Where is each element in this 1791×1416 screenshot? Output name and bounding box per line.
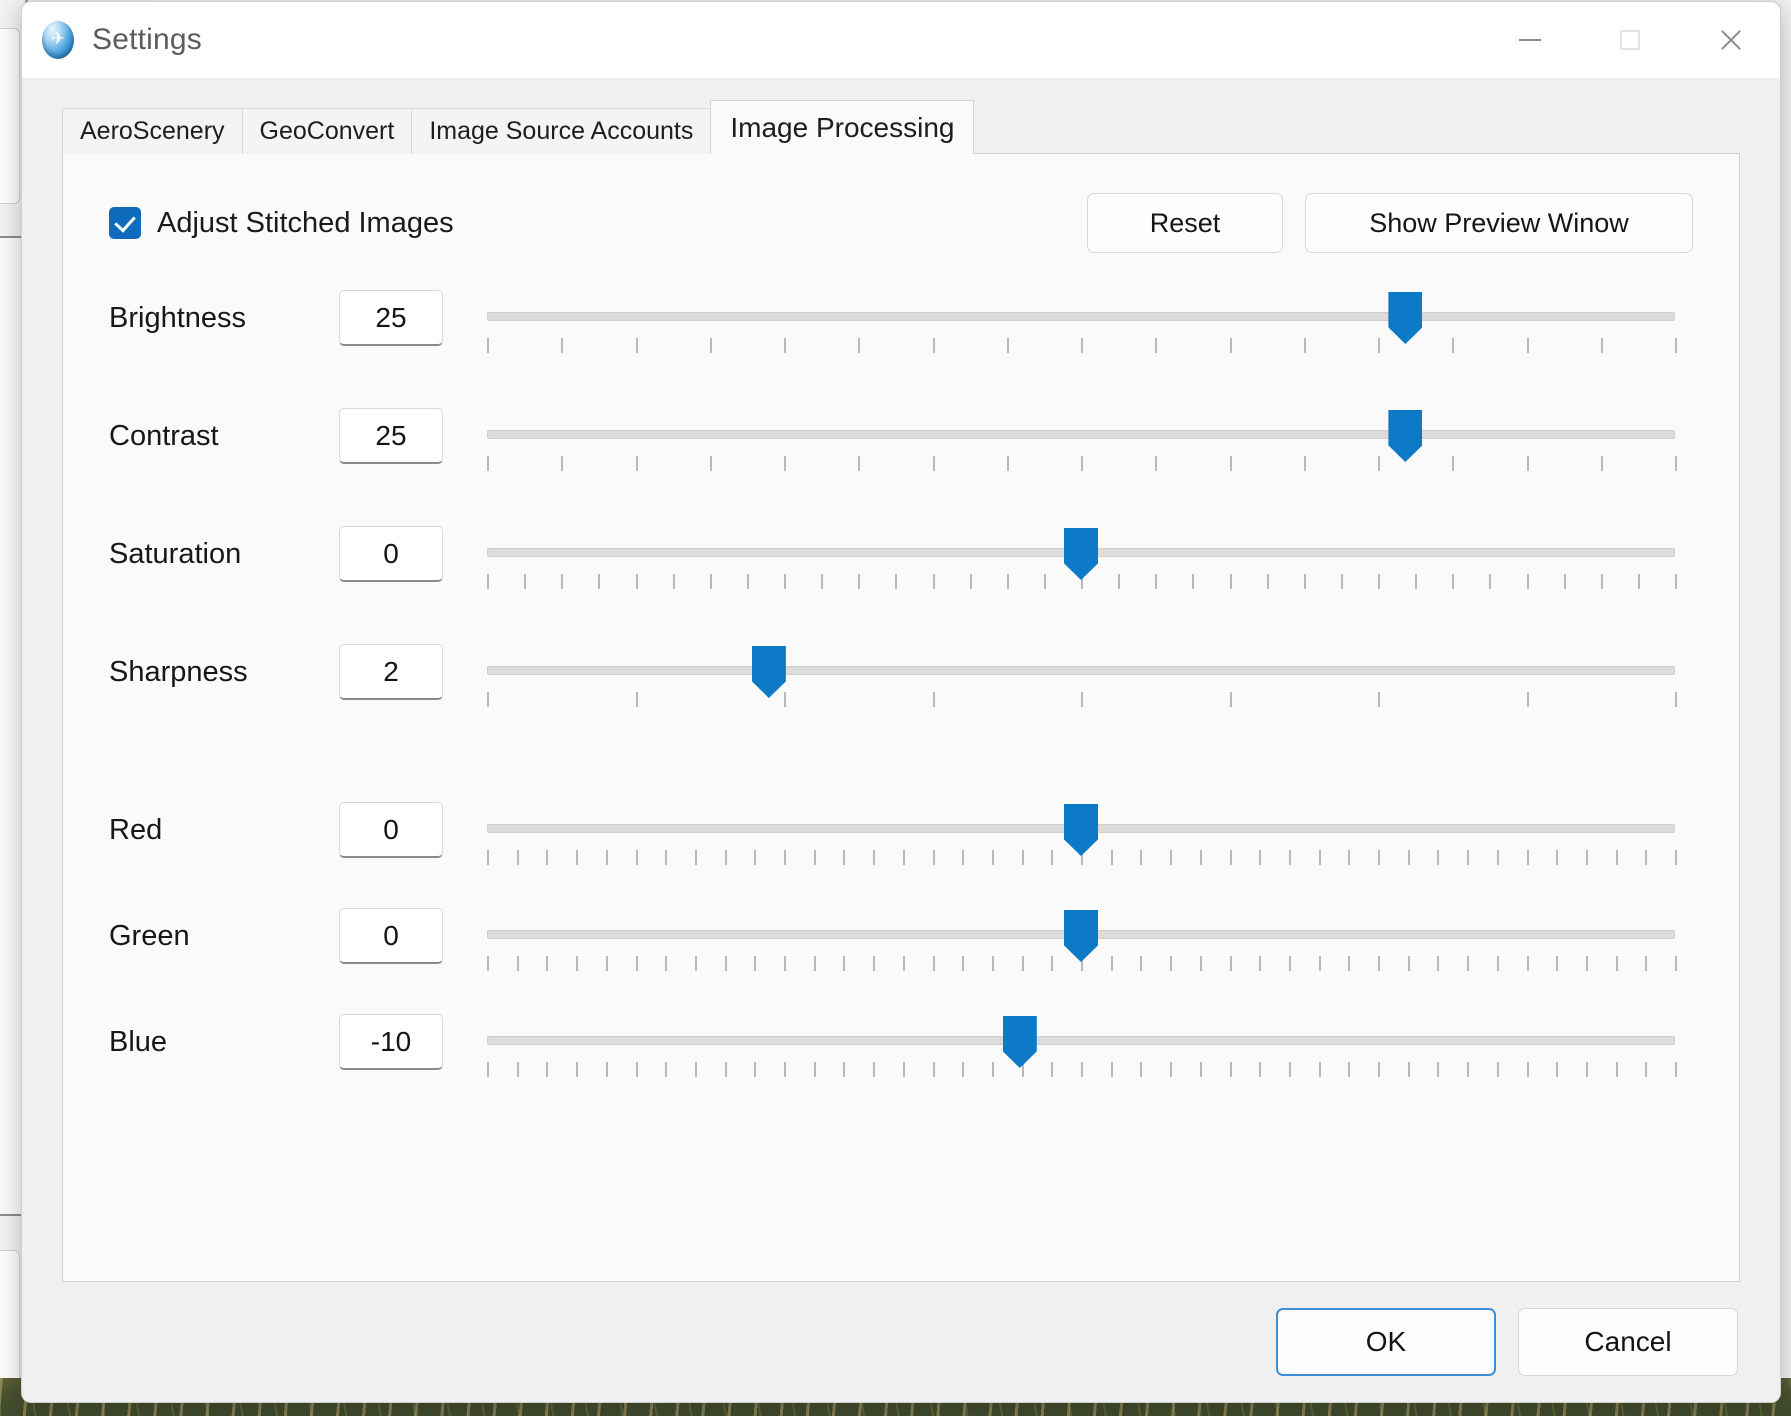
slider-value-saturation[interactable]: 0 [339, 526, 443, 582]
slider-brightness[interactable] [469, 286, 1693, 398]
slider-row-red: Red 0 [109, 798, 1693, 898]
image-processing-toolbar: Adjust Stitched Images Reset Show Previe… [109, 188, 1693, 258]
slider-cell-green [469, 904, 1693, 1004]
slider-cell-red [469, 798, 1693, 898]
slider-label-green: Green [109, 920, 190, 952]
minimize-button[interactable] [1480, 2, 1580, 78]
slider-value-green[interactable]: 0 [339, 908, 443, 964]
tab-panel-image-processing: Adjust Stitched Images Reset Show Previe… [62, 153, 1740, 1282]
cancel-button[interactable]: Cancel [1518, 1308, 1738, 1376]
tab-geoconvert[interactable]: GeoConvert [241, 108, 413, 154]
close-button[interactable] [1680, 2, 1780, 78]
slider-cell-blue [469, 1010, 1693, 1110]
slider-value-red[interactable]: 0 [339, 802, 443, 858]
slider-thumb-green[interactable] [1064, 910, 1098, 962]
slider-sharpness[interactable] [469, 640, 1693, 752]
tab-strip: AeroScenery GeoConvert Image Source Acco… [62, 100, 1740, 154]
slider-thumb-saturation[interactable] [1064, 528, 1098, 580]
slider-saturation[interactable] [469, 522, 1693, 634]
slider-ticks-brightness [487, 338, 1677, 354]
window-controls [1480, 2, 1780, 78]
slider-cell-brightness [469, 286, 1693, 398]
slider-track-contrast [487, 430, 1675, 439]
slider-cell-sharpness [469, 640, 1693, 752]
reset-button[interactable]: Reset [1087, 193, 1283, 253]
slider-row-sharpness: Sharpness 2 [109, 640, 1693, 752]
slider-thumb-red[interactable] [1064, 804, 1098, 856]
adjust-stitched-images-checkbox[interactable]: Adjust Stitched Images [109, 207, 454, 240]
slider-value-brightness[interactable]: 25 [339, 290, 443, 346]
slider-label-sharpness: Sharpness [109, 656, 248, 688]
slider-value-contrast[interactable]: 25 [339, 408, 443, 464]
slider-cell-saturation [469, 522, 1693, 634]
minimize-icon [1519, 39, 1541, 41]
slider-row-green: Green 0 [109, 904, 1693, 1004]
desktop-background: ✈ Settings AeroScenery GeoConvert Image … [0, 0, 1791, 1416]
ok-button[interactable]: OK [1276, 1308, 1496, 1376]
slider-ticks-blue [487, 1062, 1677, 1078]
tab-image-source-accounts[interactable]: Image Source Accounts [411, 108, 712, 154]
slider-ticks-contrast [487, 456, 1677, 472]
slider-row-brightness: Brightness 25 [109, 286, 1693, 398]
aeroscenery-app-icon: ✈ [38, 19, 78, 61]
slider-row-blue: Blue -10 [109, 1010, 1693, 1110]
slider-contrast[interactable] [469, 404, 1693, 516]
adjust-stitched-images-label: Adjust Stitched Images [157, 206, 454, 239]
slider-red[interactable] [469, 798, 1693, 898]
slider-track-brightness [487, 312, 1675, 321]
slider-row-saturation: Saturation 0 [109, 522, 1693, 634]
title-bar: ✈ Settings [22, 2, 1780, 78]
dialog-body: AeroScenery GeoConvert Image Source Acco… [22, 78, 1780, 1282]
maximize-button[interactable] [1580, 2, 1680, 78]
tab-image-processing[interactable]: Image Processing [710, 100, 975, 154]
slider-green[interactable] [469, 904, 1693, 1004]
slider-track-blue [487, 1036, 1675, 1045]
slider-ticks-sharpness [487, 692, 1677, 708]
maximize-icon [1620, 30, 1640, 50]
slider-row-contrast: Contrast 25 [109, 404, 1693, 516]
settings-dialog: ✈ Settings AeroScenery GeoConvert Image … [22, 2, 1780, 1402]
slider-value-blue[interactable]: -10 [339, 1014, 443, 1070]
slider-track-sharpness [487, 666, 1675, 675]
background-window-top [0, 28, 20, 204]
toolbar-buttons: Reset Show Preview Winow [1087, 193, 1693, 253]
slider-group-divider [109, 758, 1693, 798]
slider-thumb-blue[interactable] [1002, 1016, 1037, 1068]
checkmark-icon [109, 207, 141, 239]
slider-label-saturation: Saturation [109, 538, 242, 570]
slider-rows: Brightness 25 Contrast 25 Saturation 0 Sharpne… [109, 286, 1693, 1110]
slider-cell-contrast [469, 404, 1693, 516]
close-icon [1718, 28, 1742, 52]
slider-thumb-brightness[interactable] [1388, 292, 1423, 344]
show-preview-window-button[interactable]: Show Preview Winow [1305, 193, 1693, 253]
slider-label-blue: Blue [109, 1026, 168, 1058]
dialog-footer: OK Cancel [22, 1282, 1780, 1402]
slider-label-contrast: Contrast [109, 420, 219, 452]
slider-thumb-sharpness[interactable] [751, 646, 786, 698]
slider-thumb-contrast[interactable] [1388, 410, 1423, 462]
slider-blue[interactable] [469, 1010, 1693, 1110]
slider-value-sharpness[interactable]: 2 [339, 644, 443, 700]
slider-label-red: Red [109, 814, 163, 846]
slider-label-brightness: Brightness [109, 302, 247, 334]
page-title: Settings [92, 23, 202, 56]
tab-aeroscenery[interactable]: AeroScenery [62, 108, 243, 154]
